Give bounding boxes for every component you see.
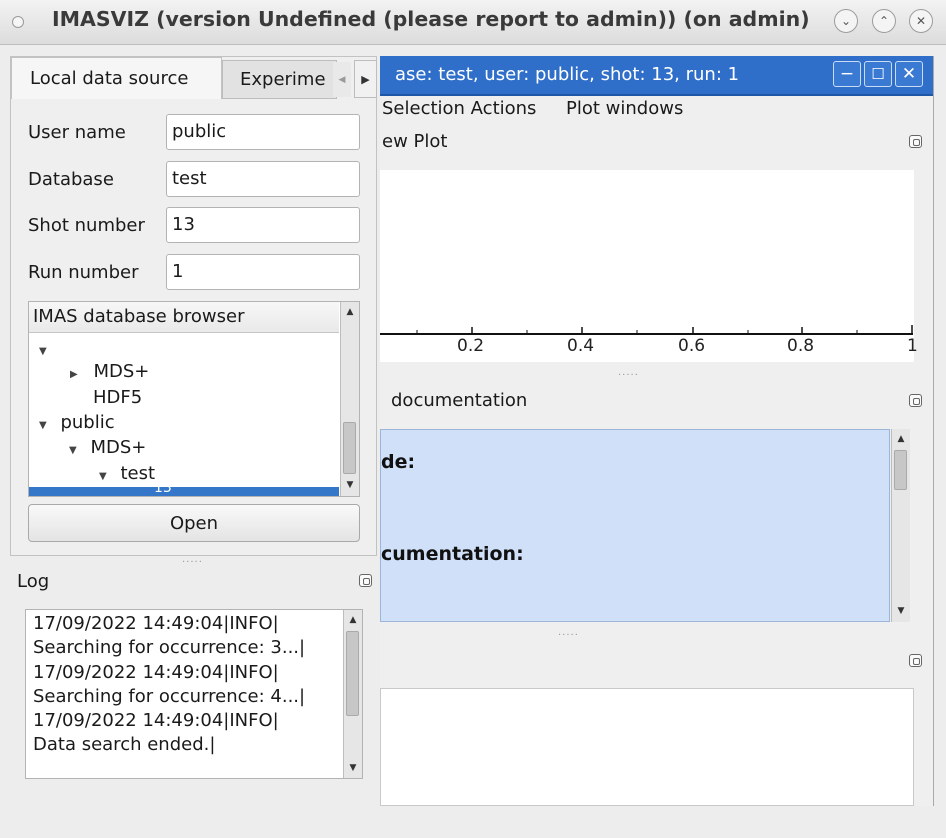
- collapse-button[interactable]: ⌄: [834, 9, 858, 33]
- close-icon: ✕: [915, 14, 927, 28]
- database-input[interactable]: [166, 161, 360, 197]
- expanded-arrow-icon[interactable]: ▼: [39, 346, 47, 357]
- doc-dock-title: documentation: [391, 390, 528, 411]
- expanded-arrow-icon[interactable]: ▼: [39, 420, 47, 431]
- close-button[interactable]: ✕: [909, 9, 933, 33]
- tree-scrollbar[interactable]: ▲ ▼: [340, 302, 359, 496]
- shot-number-label: Shot number: [28, 215, 145, 236]
- x-tick-label: 0.6: [678, 336, 706, 356]
- imas-database-browser[interactable]: IMAS database browser ▼ ▶ MDS+ HDF5 ▼ pu…: [28, 301, 360, 497]
- log-line: Searching for occurrence: 3...|: [33, 637, 306, 658]
- window-menu-icon[interactable]: [12, 16, 24, 28]
- tree-header: IMAS database browser: [29, 302, 339, 333]
- doc-documentation-label: cumentation:: [381, 543, 524, 565]
- menu-selection-actions[interactable]: Selection Actions: [382, 98, 536, 119]
- scroll-up-icon[interactable]: ▲: [344, 611, 362, 629]
- x-tick-label: 0.4: [567, 336, 595, 356]
- tab-scroll-right-icon[interactable]: ▶: [354, 60, 377, 98]
- maximize-button[interactable]: ⌃: [872, 9, 896, 33]
- tab-scroll-left-icon[interactable]: ◀: [333, 62, 351, 97]
- log-line: Data search ended.|: [33, 734, 216, 755]
- tab-local-data-source[interactable]: Local data source: [11, 57, 222, 99]
- tree-item-mds[interactable]: ▼ MDS+: [69, 437, 146, 458]
- x-tick-label: 1: [907, 336, 918, 356]
- panel-splitter[interactable]: ·····: [182, 557, 203, 568]
- tree-item-public[interactable]: ▼ public: [39, 412, 115, 433]
- tree-item-root[interactable]: ▼: [39, 338, 47, 359]
- database-label: Database: [28, 169, 114, 190]
- plot-axis: [380, 325, 913, 335]
- chevron-down-icon: ⌄: [840, 14, 852, 28]
- run-number-label: Run number: [28, 262, 139, 283]
- collapsed-arrow-icon[interactable]: ▶: [70, 369, 78, 380]
- subwindow-maximize-button[interactable]: ☐: [864, 61, 892, 87]
- scroll-down-icon[interactable]: ▼: [344, 759, 362, 777]
- menu-plot-windows[interactable]: Plot windows: [566, 98, 683, 119]
- log-line: 17/09/2022 14:49:04|INFO|: [33, 613, 279, 634]
- maximize-icon: ☐: [871, 65, 885, 83]
- dock-splitter[interactable]: ·····: [618, 370, 639, 381]
- scroll-up-icon[interactable]: ▲: [341, 303, 359, 321]
- subwindow-titlebar[interactable]: ase: test, user: public, shot: 13, run: …: [380, 56, 933, 96]
- log-title: Log: [17, 571, 50, 592]
- dock-float-icon[interactable]: [359, 574, 372, 587]
- log-output[interactable]: 17/09/2022 14:49:04|INFO| Searching for …: [25, 609, 363, 779]
- tab-experiment[interactable]: Experime: [222, 60, 337, 99]
- tree-item-selected[interactable]: 13: [29, 481, 339, 496]
- scroll-down-icon[interactable]: ▼: [341, 476, 359, 494]
- chevron-up-icon: ⌃: [878, 14, 890, 28]
- scroll-down-icon[interactable]: ▼: [892, 602, 910, 620]
- expanded-arrow-icon[interactable]: ▼: [69, 445, 77, 456]
- bottom-panel: [380, 688, 914, 806]
- window-titlebar[interactable]: IMASVIZ (version Undefined (please repor…: [0, 0, 946, 45]
- subwindow-close-button[interactable]: ✕: [895, 61, 923, 87]
- x-tick-label: 0.2: [457, 336, 485, 356]
- doc-scrollbar[interactable]: ▲ ▼: [891, 429, 910, 622]
- log-line: 17/09/2022 14:49:04|INFO|: [33, 662, 279, 683]
- plot-canvas[interactable]: 0.2 0.4 0.6 0.8 1: [380, 170, 918, 362]
- x-tick-label: 0.8: [787, 336, 815, 356]
- dock-float-icon[interactable]: [909, 654, 922, 667]
- log-scrollbar[interactable]: ▲ ▼: [343, 610, 362, 778]
- scroll-thumb[interactable]: [343, 422, 356, 474]
- minimize-icon: −: [839, 64, 855, 84]
- subwindow-minimize-button[interactable]: −: [833, 61, 861, 87]
- open-button[interactable]: Open: [28, 504, 360, 542]
- documentation-panel: de: cumentation:: [380, 429, 890, 622]
- scroll-thumb[interactable]: [894, 450, 907, 490]
- plot-dock-title: ew Plot: [382, 131, 448, 152]
- subwindow-title: ase: test, user: public, shot: 13, run: …: [395, 64, 740, 85]
- log-line: Searching for occurrence: 4...|: [33, 686, 306, 707]
- scroll-thumb[interactable]: [346, 631, 359, 716]
- tree-item-test[interactable]: ▼ test: [99, 463, 155, 484]
- scroll-up-icon[interactable]: ▲: [892, 430, 910, 448]
- shot-number-input[interactable]: [166, 207, 360, 243]
- tree-item-hdf5[interactable]: HDF5: [93, 387, 142, 408]
- data-source-panel: Local data source Experime ◀ ▶ User name…: [10, 56, 377, 556]
- window-title: IMASVIZ (version Undefined (please repor…: [52, 7, 810, 31]
- log-line: 17/09/2022 14:49:04|INFO|: [33, 710, 279, 731]
- close-icon: ✕: [901, 64, 917, 84]
- expanded-arrow-icon[interactable]: ▼: [99, 471, 107, 482]
- dock-float-icon[interactable]: [909, 135, 922, 148]
- run-number-input[interactable]: [166, 254, 360, 290]
- doc-node-label: de:: [381, 451, 416, 473]
- user-name-label: User name: [28, 122, 126, 143]
- dock-float-icon[interactable]: [909, 394, 922, 407]
- tree-item-mds[interactable]: ▶ MDS+: [70, 361, 149, 382]
- database-subwindow: ase: test, user: public, shot: 13, run: …: [380, 56, 934, 806]
- dock-splitter[interactable]: ·····: [558, 630, 579, 641]
- user-name-input[interactable]: [166, 114, 360, 150]
